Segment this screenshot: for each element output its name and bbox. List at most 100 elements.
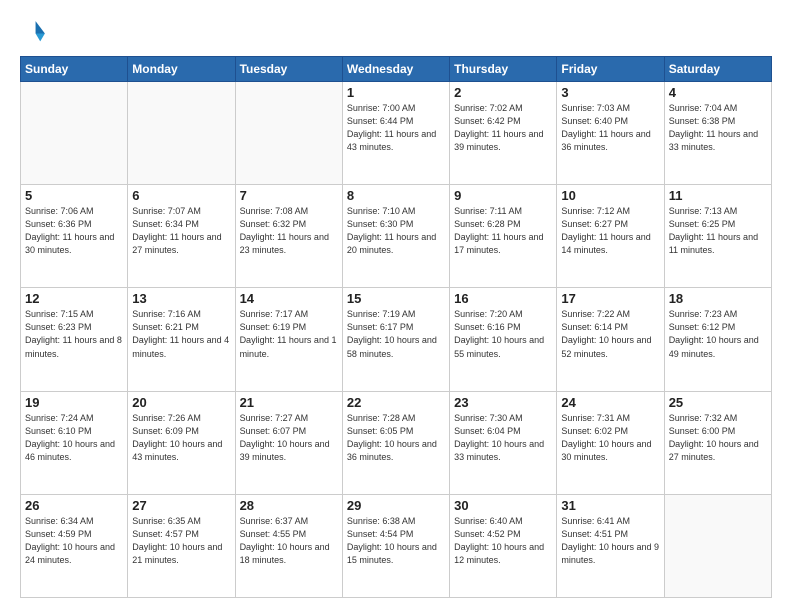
day-number: 6 <box>132 188 230 203</box>
day-number: 10 <box>561 188 659 203</box>
weekday-header: Sunday <box>21 57 128 82</box>
calendar-week-row: 5Sunrise: 7:06 AM Sunset: 6:36 PM Daylig… <box>21 185 772 288</box>
header <box>20 18 772 46</box>
calendar-cell: 22 Sunrise: 7:28 AM Sunset: 6:05 PM Dayli… <box>342 391 449 494</box>
weekday-header: Friday <box>557 57 664 82</box>
weekday-header: Monday <box>128 57 235 82</box>
weekday-header: Saturday <box>664 57 771 82</box>
day-number: 29 <box>347 498 445 513</box>
day-info: Sunrise: 7:30 AM Sunset: 6:04 PM Dayligh… <box>454 412 552 464</box>
calendar-cell: 11 Sunrise: 7:13 AM Sunset: 6:25 PM Dayli… <box>664 185 771 288</box>
day-info: Sunrise: 6:40 AM Sunset: 4:52 PM Dayligh… <box>454 515 552 567</box>
day-number: 2 <box>454 85 552 100</box>
day-info: Sunrise: 7:26 AM Sunset: 6:09 PM Dayligh… <box>132 412 230 464</box>
weekday-header: Thursday <box>450 57 557 82</box>
calendar-cell: 30Sunrise: 6:40 AM Sunset: 4:52 PM Dayli… <box>450 494 557 597</box>
day-info: Sunrise: 7:13 AM Sunset: 6:25 PM Dayligh… <box>669 205 767 257</box>
calendar-cell <box>664 494 771 597</box>
calendar-cell: 29 Sunrise: 6:38 AM Sunset: 4:54 PM Dayli… <box>342 494 449 597</box>
day-number: 5 <box>25 188 123 203</box>
day-number: 27 <box>132 498 230 513</box>
day-number: 1 <box>347 85 445 100</box>
day-info: Sunrise: 7:10 AM Sunset: 6:30 PM Dayligh… <box>347 205 445 257</box>
day-info: Sunrise: 6:35 AM Sunset: 4:57 PM Dayligh… <box>132 515 230 567</box>
day-info: Sunrise: 7:02 AM Sunset: 6:42 PM Dayligh… <box>454 102 552 154</box>
day-info: Sunrise: 7:07 AM Sunset: 6:34 PM Dayligh… <box>132 205 230 257</box>
day-info: Sunrise: 6:41 AM Sunset: 4:51 PM Dayligh… <box>561 515 659 567</box>
day-info: Sunrise: 6:38 AM Sunset: 4:54 PM Dayligh… <box>347 515 445 567</box>
page: SundayMondayTuesdayWednesdayThursdayFrid… <box>0 0 792 612</box>
day-number: 12 <box>25 291 123 306</box>
calendar-cell: 6 Sunrise: 7:07 AM Sunset: 6:34 PM Daylig… <box>128 185 235 288</box>
day-number: 24 <box>561 395 659 410</box>
day-number: 20 <box>132 395 230 410</box>
day-info: Sunrise: 7:31 AM Sunset: 6:02 PM Dayligh… <box>561 412 659 464</box>
calendar-cell: 10 Sunrise: 7:12 AM Sunset: 6:27 PM Dayli… <box>557 185 664 288</box>
calendar-cell: 23 Sunrise: 7:30 AM Sunset: 6:04 PM Dayli… <box>450 391 557 494</box>
calendar-header-row: SundayMondayTuesdayWednesdayThursdayFrid… <box>21 57 772 82</box>
day-number: 22 <box>347 395 445 410</box>
calendar-cell <box>235 82 342 185</box>
day-number: 3 <box>561 85 659 100</box>
day-number: 25 <box>669 395 767 410</box>
day-number: 21 <box>240 395 338 410</box>
calendar-cell: 17Sunrise: 7:22 AM Sunset: 6:14 PM Dayli… <box>557 288 664 391</box>
calendar-week-row: 19Sunrise: 7:24 AM Sunset: 6:10 PM Dayli… <box>21 391 772 494</box>
calendar-cell <box>21 82 128 185</box>
weekday-header: Wednesday <box>342 57 449 82</box>
day-info: Sunrise: 7:15 AM Sunset: 6:23 PM Dayligh… <box>25 308 123 360</box>
day-number: 8 <box>347 188 445 203</box>
day-info: Sunrise: 7:12 AM Sunset: 6:27 PM Dayligh… <box>561 205 659 257</box>
day-info: Sunrise: 7:27 AM Sunset: 6:07 PM Dayligh… <box>240 412 338 464</box>
day-number: 13 <box>132 291 230 306</box>
day-info: Sunrise: 7:22 AM Sunset: 6:14 PM Dayligh… <box>561 308 659 360</box>
calendar-cell: 4 Sunrise: 7:04 AM Sunset: 6:38 PM Daylig… <box>664 82 771 185</box>
calendar-cell: 7 Sunrise: 7:08 AM Sunset: 6:32 PM Daylig… <box>235 185 342 288</box>
day-info: Sunrise: 7:28 AM Sunset: 6:05 PM Dayligh… <box>347 412 445 464</box>
calendar-cell: 5Sunrise: 7:06 AM Sunset: 6:36 PM Daylig… <box>21 185 128 288</box>
calendar-cell: 14Sunrise: 7:17 AM Sunset: 6:19 PM Dayli… <box>235 288 342 391</box>
calendar-cell: 1Sunrise: 7:00 AM Sunset: 6:44 PM Daylig… <box>342 82 449 185</box>
day-number: 4 <box>669 85 767 100</box>
day-number: 18 <box>669 291 767 306</box>
day-number: 11 <box>669 188 767 203</box>
day-number: 15 <box>347 291 445 306</box>
day-number: 26 <box>25 498 123 513</box>
calendar-cell: 8 Sunrise: 7:10 AM Sunset: 6:30 PM Daylig… <box>342 185 449 288</box>
calendar-cell: 16 Sunrise: 7:20 AM Sunset: 6:16 PM Dayli… <box>450 288 557 391</box>
calendar-cell: 21 Sunrise: 7:27 AM Sunset: 6:07 PM Dayli… <box>235 391 342 494</box>
day-number: 7 <box>240 188 338 203</box>
day-info: Sunrise: 7:17 AM Sunset: 6:19 PM Dayligh… <box>240 308 338 360</box>
day-info: Sunrise: 7:08 AM Sunset: 6:32 PM Dayligh… <box>240 205 338 257</box>
day-info: Sunrise: 7:16 AM Sunset: 6:21 PM Dayligh… <box>132 308 230 360</box>
day-info: Sunrise: 7:04 AM Sunset: 6:38 PM Dayligh… <box>669 102 767 154</box>
calendar-cell: 26 Sunrise: 6:34 AM Sunset: 4:59 PM Dayli… <box>21 494 128 597</box>
calendar-cell: 25Sunrise: 7:32 AM Sunset: 6:00 PM Dayli… <box>664 391 771 494</box>
calendar-cell <box>128 82 235 185</box>
logo <box>20 18 52 46</box>
day-number: 19 <box>25 395 123 410</box>
calendar-cell: 31Sunrise: 6:41 AM Sunset: 4:51 PM Dayli… <box>557 494 664 597</box>
day-number: 16 <box>454 291 552 306</box>
day-number: 28 <box>240 498 338 513</box>
calendar-cell: 3 Sunrise: 7:03 AM Sunset: 6:40 PM Daylig… <box>557 82 664 185</box>
day-info: Sunrise: 6:34 AM Sunset: 4:59 PM Dayligh… <box>25 515 123 567</box>
calendar-cell: 9Sunrise: 7:11 AM Sunset: 6:28 PM Daylig… <box>450 185 557 288</box>
weekday-header: Tuesday <box>235 57 342 82</box>
day-info: Sunrise: 7:19 AM Sunset: 6:17 PM Dayligh… <box>347 308 445 360</box>
calendar-cell: 24 Sunrise: 7:31 AM Sunset: 6:02 PM Dayli… <box>557 391 664 494</box>
calendar-week-row: 1Sunrise: 7:00 AM Sunset: 6:44 PM Daylig… <box>21 82 772 185</box>
calendar-cell: 27 Sunrise: 6:35 AM Sunset: 4:57 PM Dayli… <box>128 494 235 597</box>
day-info: Sunrise: 7:20 AM Sunset: 6:16 PM Dayligh… <box>454 308 552 360</box>
calendar-cell: 19Sunrise: 7:24 AM Sunset: 6:10 PM Dayli… <box>21 391 128 494</box>
calendar-cell: 15 Sunrise: 7:19 AM Sunset: 6:17 PM Dayli… <box>342 288 449 391</box>
day-number: 23 <box>454 395 552 410</box>
calendar-cell: 20 Sunrise: 7:26 AM Sunset: 6:09 PM Dayli… <box>128 391 235 494</box>
logo-icon <box>20 18 48 46</box>
calendar-cell: 13 Sunrise: 7:16 AM Sunset: 6:21 PM Dayli… <box>128 288 235 391</box>
day-info: Sunrise: 7:03 AM Sunset: 6:40 PM Dayligh… <box>561 102 659 154</box>
calendar-week-row: 26 Sunrise: 6:34 AM Sunset: 4:59 PM Dayli… <box>21 494 772 597</box>
day-info: Sunrise: 7:11 AM Sunset: 6:28 PM Dayligh… <box>454 205 552 257</box>
calendar-cell: 28Sunrise: 6:37 AM Sunset: 4:55 PM Dayli… <box>235 494 342 597</box>
calendar-cell: 2 Sunrise: 7:02 AM Sunset: 6:42 PM Daylig… <box>450 82 557 185</box>
